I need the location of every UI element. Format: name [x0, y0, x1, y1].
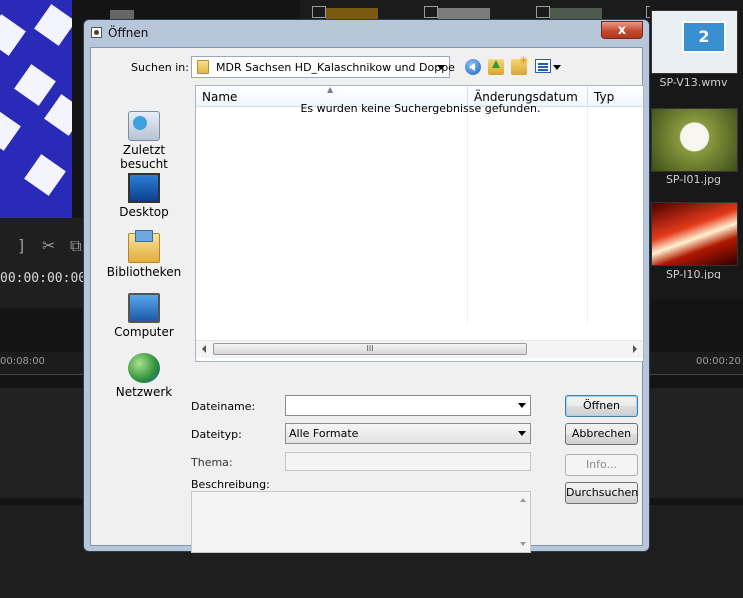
column-divider	[467, 107, 468, 325]
library-item-label: SP-I01.jpg	[665, 173, 722, 186]
chevron-down-icon[interactable]	[518, 431, 526, 436]
library-thumb-video[interactable]: 2	[651, 10, 738, 74]
thema-field	[285, 452, 531, 471]
place-label: Bibliotheken	[106, 265, 182, 279]
film-icon	[424, 6, 438, 18]
close-button[interactable]: x	[601, 21, 643, 39]
view-menu-icon[interactable]	[535, 59, 551, 73]
open-file-dialog: Öffnen x Suchen in: MDR Sachsen HD_Kalas…	[83, 19, 650, 553]
up-folder-icon[interactable]	[488, 59, 504, 75]
preview-toolbar	[0, 218, 85, 308]
chevron-down-icon[interactable]	[437, 65, 445, 70]
recent-places-icon	[128, 111, 160, 141]
thema-label: Thema:	[191, 456, 233, 469]
scroll-up-icon	[520, 498, 526, 502]
sort-indicator-icon: ▲	[327, 85, 334, 94]
back-icon[interactable]	[465, 59, 481, 75]
scroll-down-icon	[520, 542, 526, 546]
ruler-mark: 00:00:20	[696, 356, 741, 367]
folder-icon	[197, 60, 209, 74]
video-preview	[0, 0, 72, 218]
lookin-label: Suchen in:	[131, 61, 189, 74]
cut-icon[interactable]: ✂	[42, 236, 55, 255]
place-label: Desktop	[119, 205, 169, 219]
place-label: Zuletzt besucht	[120, 143, 168, 171]
place-recent[interactable]: Zuletzt besucht	[98, 111, 190, 171]
new-folder-icon[interactable]	[511, 54, 528, 75]
info-button: Info...	[565, 454, 638, 476]
ruler-mark: 00:08:00	[0, 356, 45, 367]
library-top-strip	[300, 0, 660, 20]
scrollbar-thumb[interactable]: III	[213, 343, 527, 355]
dialog-title: Öffnen	[108, 26, 149, 40]
desktop-icon	[128, 173, 160, 203]
filetype-dropdown[interactable]: Alle Formate	[285, 423, 531, 444]
libraries-icon	[128, 230, 160, 263]
filename-input[interactable]	[285, 395, 531, 416]
file-list[interactable]: ▲ Name Änderungsdatum Typ Es wurden kein…	[195, 85, 644, 362]
dialog-client-area: Suchen in: MDR Sachsen HD_Kalaschnikow u…	[90, 47, 644, 553]
library-thumb-image[interactable]	[651, 202, 738, 266]
chevron-down-icon[interactable]	[553, 65, 561, 70]
place-network[interactable]: Netzwerk	[98, 353, 190, 399]
film-icon	[312, 6, 326, 18]
column-divider	[587, 107, 588, 325]
place-libraries[interactable]: Bibliotheken	[98, 230, 190, 279]
place-computer[interactable]: Computer	[98, 293, 190, 339]
beschreibung-label: Beschreibung:	[191, 478, 270, 491]
copy-icon[interactable]: ⧉	[70, 236, 81, 256]
library-thumb-image[interactable]	[651, 108, 738, 172]
trim-bracket-icon[interactable]: ]	[18, 236, 24, 255]
network-icon	[128, 353, 160, 383]
dialog-titlebar[interactable]: Öffnen x	[84, 20, 649, 46]
lookin-dropdown[interactable]: MDR Sachsen HD_Kalaschnikow und Doppe	[191, 56, 455, 78]
library-item-label: SP-I10.jpg	[665, 268, 722, 279]
film-icon	[536, 6, 550, 18]
scroll-left-icon[interactable]	[202, 345, 206, 353]
empty-results-message: Es wurden keine Suchergebnisse gefunden.	[300, 102, 541, 115]
scroll-right-icon[interactable]	[633, 345, 637, 353]
place-desktop[interactable]: Desktop	[98, 173, 190, 219]
cancel-button[interactable]: Abbrechen	[565, 423, 638, 445]
chevron-down-icon[interactable]	[518, 403, 526, 408]
horizontal-scrollbar[interactable]: III	[196, 340, 643, 358]
beschreibung-field	[191, 491, 531, 553]
place-label: Computer	[114, 325, 174, 339]
computer-icon	[128, 293, 160, 323]
filetype-label: Dateityp:	[191, 428, 242, 441]
video-badge: 2	[682, 21, 726, 53]
filetype-value: Alle Formate	[289, 427, 359, 440]
places-bar: Zuletzt besucht Desktop Bibliotheken Com…	[98, 86, 190, 423]
filename-label: Dateiname:	[191, 400, 256, 413]
library-item-label: SP-V13.wmv	[659, 76, 728, 89]
lookin-value: MDR Sachsen HD_Kalaschnikow und Doppe	[216, 61, 455, 74]
place-label: Netzwerk	[115, 385, 173, 399]
dialog-app-icon	[91, 27, 102, 38]
browse-button[interactable]: Durchsuchen	[565, 482, 638, 504]
open-button[interactable]: Öffnen	[565, 395, 638, 417]
timecode: 00:00:00:00	[0, 271, 87, 286]
